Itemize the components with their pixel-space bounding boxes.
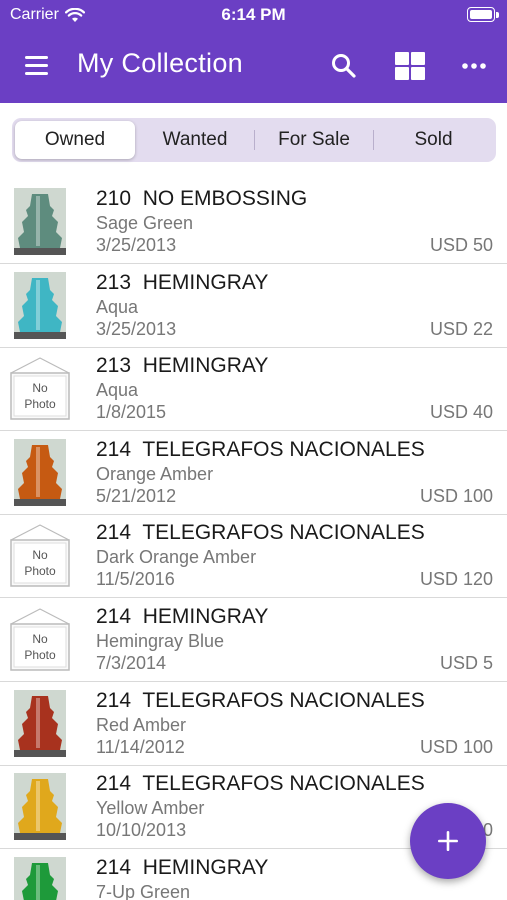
more-icon [462, 63, 486, 69]
search-button[interactable] [326, 48, 362, 84]
no-photo-text-1: No [32, 381, 48, 395]
item-color: Sage Green [96, 213, 194, 233]
item-color: 7-Up Green [96, 881, 191, 900]
list-item[interactable]: No Photo 214 HEMINGRAY Hemingray Blue 7/3/20… [0, 598, 507, 682]
item-title: 214 TELEGRAFOS NACIONALES [96, 688, 425, 712]
item-price: USD 100 [419, 485, 493, 506]
item-photo [14, 188, 66, 255]
item-color: Dark Orange Amber [96, 547, 257, 568]
item-price: USD 40 [429, 402, 493, 423]
item-color: Orange Amber [96, 463, 214, 484]
item-color: Aqua [96, 296, 139, 317]
no-photo-icon: No Photo [10, 608, 70, 671]
item-color: Aqua [96, 380, 139, 401]
item-photo [14, 438, 66, 506]
item-photo [14, 271, 66, 339]
item-price: USD 120 [419, 569, 493, 590]
filter-segmented-control: Owned Wanted For Sale Sold [12, 118, 496, 162]
no-photo-text-2: Photo [24, 648, 56, 662]
item-date: 11/14/2012 [96, 736, 185, 757]
menu-icon [25, 56, 48, 75]
status-time: 6:14 PM [221, 5, 286, 24]
no-photo-text-1: No [32, 548, 48, 562]
item-title: 213 HEMINGRAY [96, 270, 269, 294]
item-title: 213 HEMINGRAY [96, 354, 269, 378]
app-header: Carrier 6:14 PM My Collection [0, 0, 507, 103]
item-date: 5/21/2012 [96, 485, 177, 506]
list-item[interactable]: 210 NO EMBOSSING Sage Green 3/25/2013 USD 5… [0, 180, 507, 264]
item-date: 10/10/2013 [96, 820, 187, 841]
no-photo-text-2: Photo [24, 397, 56, 411]
list-item[interactable]: 214 TELEGRAFOS NACIONALES Orange Amber 5/2… [0, 431, 507, 515]
status-bar: Carrier 6:14 PM [0, 0, 507, 30]
no-photo-icon: No Photo [10, 524, 70, 588]
item-date: 7/3/2014 [96, 653, 167, 673]
search-icon [332, 54, 356, 78]
tab-for-sale[interactable]: For Sale [255, 121, 373, 159]
tab-owned[interactable]: Owned [15, 121, 135, 159]
item-price: USD 22 [429, 318, 493, 339]
item-title: 214 TELEGRAFOS NACIONALES [96, 772, 425, 796]
menu-button[interactable] [22, 52, 54, 80]
tab-wanted[interactable]: Wanted [136, 121, 254, 159]
item-date: 11/5/2016 [96, 569, 175, 590]
grid-view-icon [395, 52, 425, 80]
item-color: Red Amber [96, 714, 187, 735]
item-title: 214 TELEGRAFOS NACIONALES [96, 521, 425, 545]
add-item-button[interactable] [410, 803, 486, 879]
plus-icon [438, 831, 458, 851]
item-title: 214 TELEGRAFOS NACIONALES [96, 437, 425, 461]
page-title: My Collection [77, 48, 243, 78]
item-price: USD 50 [429, 235, 493, 255]
item-photo [14, 689, 66, 757]
item-price: USD 100 [419, 736, 493, 757]
list-item[interactable]: No Photo 213 HEMINGRAY Aqua 1/8/2015 USD 40 [0, 347, 507, 432]
item-price: USD 5 [439, 653, 493, 673]
grid-view-button[interactable] [392, 48, 428, 84]
item-photo [14, 856, 66, 900]
list-item[interactable]: No Photo 214 TELEGRAFOS NACIONALES Dark Ora… [0, 514, 507, 599]
item-title: 210 NO EMBOSSING [96, 187, 308, 210]
app-bar: My Collection [0, 30, 507, 103]
item-date: 3/25/2013 [96, 235, 177, 255]
no-photo-text-2: Photo [24, 564, 56, 578]
item-color: Hemingray Blue [96, 631, 225, 651]
item-title: 214 HEMINGRAY [96, 855, 269, 879]
list-item[interactable]: 214 TELEGRAFOS NACIONALES Red Amber 11/14/… [0, 682, 507, 766]
item-color: Yellow Amber [96, 798, 205, 819]
item-title: 214 HEMINGRAY [96, 605, 269, 628]
item-date: 3/25/2013 [96, 318, 177, 339]
no-photo-text-1: No [32, 632, 48, 646]
item-photo [14, 773, 66, 841]
battery-icon [467, 7, 499, 22]
item-date: 1/8/2015 [96, 402, 167, 423]
tab-sold[interactable]: Sold [374, 121, 493, 159]
more-button[interactable] [456, 48, 492, 84]
list-item[interactable]: 213 HEMINGRAY Aqua 3/25/2013 USD 22 [0, 264, 507, 348]
no-photo-icon: No Photo [10, 357, 70, 420]
